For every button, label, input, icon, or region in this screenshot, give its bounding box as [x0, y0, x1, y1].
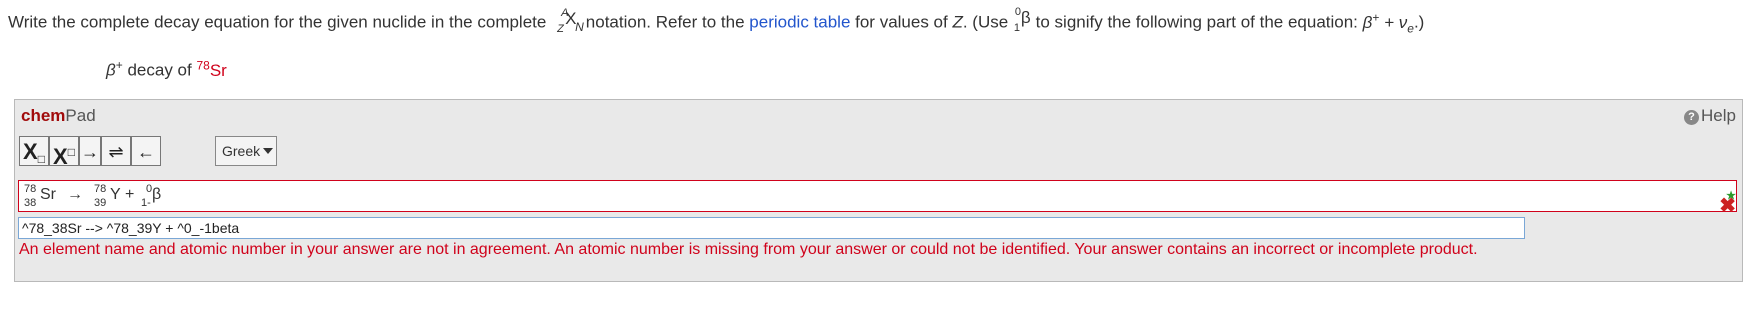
- prompt-mass: 78: [196, 58, 210, 72]
- greek-label: Greek: [222, 143, 261, 159]
- notation-z: Z: [557, 23, 564, 35]
- plus-sign: +: [125, 186, 135, 203]
- sr-atomic-number: 38: [24, 197, 37, 209]
- reaction-arrow: →: [67, 186, 83, 203]
- beta-glyph: β: [1020, 8, 1031, 27]
- reverse-arrow-button[interactable]: ←: [131, 136, 161, 166]
- prompt-nuclide: 78Sr: [196, 58, 227, 80]
- question-text: Write the complete decay equation for th…: [8, 6, 1424, 39]
- sr-symbol: Sr: [40, 186, 56, 203]
- beta-symbol: 01β: [1013, 6, 1031, 34]
- prompt-beta-sup: +: [115, 58, 123, 72]
- prompt-beta: β: [106, 60, 116, 80]
- incorrect-mark-icon: ✖ ★: [1719, 190, 1736, 217]
- y-mass: 78: [94, 183, 107, 195]
- eq-sub: e: [1407, 21, 1414, 36]
- nuclide-notation: AZXN: [551, 6, 584, 35]
- equilibrium-arrow-button[interactable]: ⇌: [101, 136, 131, 166]
- equilibrium-arrow-icon: ⇌: [108, 142, 124, 162]
- prompt-element: Sr: [209, 60, 227, 80]
- question-part6: .): [1413, 12, 1425, 32]
- chevron-down-icon: [263, 148, 274, 154]
- question-part3: for values of: [850, 12, 953, 32]
- subscript-box-icon: □: [37, 152, 45, 166]
- chempad-title-bold: chem: [21, 106, 66, 125]
- forward-arrow-button[interactable]: →: [79, 136, 101, 166]
- superscript-button[interactable]: X□: [49, 136, 79, 169]
- question-part5: to signify the following part of the equ…: [1030, 12, 1363, 32]
- beta-equation: β+ + νe: [1362, 10, 1414, 36]
- error-feedback: An element name and atomic number in you…: [19, 241, 1478, 258]
- chempad-widget: chemPad ? Help X□ X□ → ⇌ ← Greek 78 38 Sr…: [14, 99, 1743, 282]
- star-icon: ★: [1726, 190, 1736, 202]
- beta-particle: β: [152, 186, 162, 203]
- subscript-button[interactable]: X□: [19, 136, 49, 166]
- chempad-title: chemPad: [21, 106, 96, 126]
- beta-charge: 1-: [141, 197, 151, 209]
- periodic-table-link[interactable]: periodic table: [749, 13, 850, 32]
- help-button[interactable]: ? Help: [1684, 106, 1736, 126]
- beta-bottom: 1: [1013, 22, 1021, 34]
- help-icon: ?: [1684, 110, 1700, 125]
- superscript-glyph: X: [53, 144, 68, 169]
- subscript-glyph: X: [23, 139, 38, 164]
- greek-dropdown[interactable]: Greek: [215, 136, 277, 166]
- z-variable: Z: [952, 12, 963, 32]
- question-part4: . (Use: [962, 12, 1013, 32]
- help-label: Help: [1701, 106, 1736, 125]
- sr-mass: 78: [24, 183, 37, 195]
- forward-arrow-icon: →: [81, 142, 99, 162]
- y-atomic-number: 39: [94, 197, 107, 209]
- reverse-arrow-icon: ←: [137, 142, 155, 162]
- chempad-title-rest: Pad: [65, 106, 96, 125]
- question-part1: Write the complete decay equation for th…: [8, 12, 552, 32]
- decay-prompt: β+ decay of 78Sr: [106, 58, 227, 81]
- prompt-text: decay of: [122, 60, 197, 80]
- eq-nu: + ν: [1379, 12, 1408, 32]
- superscript-box-icon: □: [67, 145, 75, 159]
- y-symbol: Y: [110, 186, 121, 203]
- notation-n: N: [575, 20, 584, 34]
- rendered-equation: 78 38 Sr → 78 39 Y + 0 1- β ✖ ★: [18, 180, 1737, 217]
- equation-input[interactable]: [18, 217, 1525, 239]
- eq-beta: β: [1362, 12, 1373, 32]
- question-part2: notation. Refer to the: [581, 12, 750, 32]
